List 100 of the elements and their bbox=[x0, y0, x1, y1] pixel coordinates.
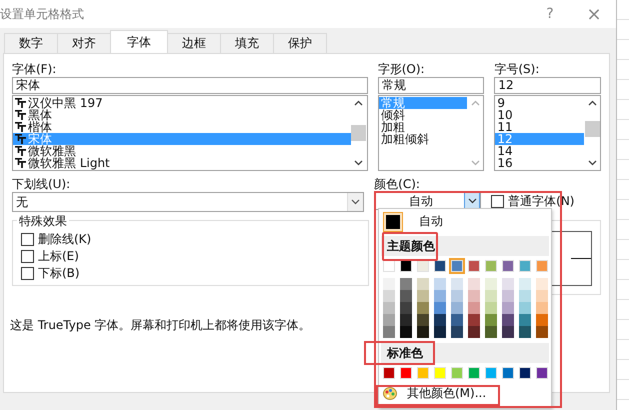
color-swatch[interactable] bbox=[400, 314, 412, 326]
color-swatch[interactable] bbox=[434, 260, 446, 272]
color-swatch[interactable] bbox=[417, 326, 429, 338]
color-swatch[interactable] bbox=[485, 278, 497, 290]
close-button[interactable]: × bbox=[572, 0, 616, 28]
tab[interactable]: 保护 bbox=[273, 33, 327, 53]
color-swatch[interactable] bbox=[519, 367, 531, 379]
color-swatch[interactable] bbox=[434, 326, 446, 338]
checkbox[interactable]: 下标(B) bbox=[21, 265, 360, 282]
checkbox[interactable]: 上标(E) bbox=[21, 248, 360, 265]
color-swatch[interactable] bbox=[400, 290, 412, 302]
color-swatch[interactable] bbox=[502, 302, 514, 314]
underline-dropdown[interactable]: 无 bbox=[12, 192, 364, 212]
color-swatch[interactable] bbox=[536, 290, 548, 302]
color-swatch[interactable] bbox=[519, 278, 531, 290]
color-swatch[interactable] bbox=[383, 314, 395, 326]
tab[interactable]: 数字 bbox=[4, 33, 58, 53]
color-swatch[interactable] bbox=[502, 314, 514, 326]
color-swatch[interactable] bbox=[417, 302, 429, 314]
color-swatch[interactable] bbox=[485, 367, 497, 379]
menu-item[interactable]: 自动 bbox=[379, 209, 551, 234]
color-swatch[interactable] bbox=[485, 314, 497, 326]
list-item[interactable]: 汉仪中黑 197 bbox=[13, 97, 351, 109]
color-swatch[interactable] bbox=[485, 290, 497, 302]
color-swatch[interactable] bbox=[451, 314, 463, 326]
color-swatch[interactable] bbox=[383, 290, 395, 302]
color-swatch[interactable] bbox=[383, 326, 395, 338]
color-swatch[interactable] bbox=[502, 290, 514, 302]
color-swatch[interactable] bbox=[485, 260, 497, 272]
color-swatch[interactable] bbox=[400, 326, 412, 338]
color-swatch[interactable] bbox=[434, 290, 446, 302]
color-swatch[interactable] bbox=[400, 278, 412, 290]
color-swatch[interactable] bbox=[502, 260, 514, 272]
menu-item[interactable]: 其他颜色(M)... bbox=[381, 386, 486, 401]
color-swatch[interactable] bbox=[519, 290, 531, 302]
list-item[interactable]: 10 bbox=[495, 109, 584, 121]
input-field[interactable]: 12 bbox=[494, 77, 601, 94]
color-swatch[interactable] bbox=[417, 260, 429, 272]
color-swatch[interactable] bbox=[468, 278, 480, 290]
color-swatch[interactable] bbox=[519, 302, 531, 314]
list-item[interactable]: 倾斜 bbox=[378, 109, 468, 121]
color-swatch[interactable] bbox=[400, 367, 412, 379]
color-swatch[interactable] bbox=[468, 367, 480, 379]
list-item[interactable]: 微软雅黑 bbox=[13, 145, 351, 157]
list-item[interactable]: 楷体 bbox=[13, 121, 351, 133]
color-swatch[interactable] bbox=[451, 290, 463, 302]
list-item[interactable]: 11 bbox=[495, 121, 584, 133]
list-item[interactable]: 微软雅黑 Light bbox=[13, 157, 351, 169]
color-swatch[interactable] bbox=[417, 314, 429, 326]
scroll-thumb[interactable] bbox=[584, 121, 600, 137]
chevron-down-icon bbox=[468, 198, 477, 204]
help-button[interactable]: ? bbox=[528, 0, 572, 28]
color-swatch[interactable] bbox=[468, 302, 480, 314]
color-swatch[interactable] bbox=[519, 314, 531, 326]
color-swatch[interactable] bbox=[383, 367, 395, 379]
color-swatch[interactable] bbox=[536, 314, 548, 326]
color-swatch[interactable] bbox=[502, 367, 514, 379]
color-swatch[interactable] bbox=[536, 260, 548, 272]
color-swatch[interactable] bbox=[451, 302, 463, 314]
color-swatch[interactable] bbox=[468, 260, 480, 272]
color-swatch[interactable] bbox=[536, 326, 548, 338]
color-swatch[interactable] bbox=[434, 302, 446, 314]
color-swatch[interactable] bbox=[451, 367, 463, 379]
color-swatch[interactable] bbox=[485, 326, 497, 338]
color-swatch[interactable] bbox=[536, 302, 548, 314]
list-item[interactable]: 16 bbox=[495, 157, 584, 169]
color-swatch[interactable] bbox=[434, 278, 446, 290]
color-swatch[interactable] bbox=[502, 278, 514, 290]
color-swatch[interactable] bbox=[451, 326, 463, 338]
color-swatch[interactable] bbox=[536, 367, 548, 379]
list-item[interactable]: 14 bbox=[495, 145, 584, 157]
color-swatch[interactable] bbox=[502, 326, 514, 338]
color-swatch[interactable] bbox=[434, 314, 446, 326]
list-item[interactable]: 加粗 bbox=[378, 121, 468, 133]
list-item[interactable]: 9 bbox=[495, 97, 584, 109]
color-swatch[interactable] bbox=[417, 278, 429, 290]
color-swatch[interactable] bbox=[451, 278, 463, 290]
list-item[interactable]: 黑体 bbox=[13, 109, 351, 121]
color-swatch[interactable] bbox=[417, 290, 429, 302]
color-swatch[interactable] bbox=[468, 290, 480, 302]
input-field[interactable]: 宋体 bbox=[12, 77, 368, 94]
color-swatch[interactable] bbox=[383, 302, 395, 314]
color-swatch[interactable] bbox=[400, 260, 412, 272]
color-swatch[interactable] bbox=[468, 314, 480, 326]
tab[interactable]: 字体 bbox=[110, 30, 168, 53]
list-item[interactable]: 加粗倾斜 bbox=[378, 133, 468, 145]
color-swatch[interactable] bbox=[468, 326, 480, 338]
color-swatch[interactable] bbox=[434, 367, 446, 379]
color-swatch[interactable] bbox=[536, 278, 548, 290]
checkbox[interactable]: 删除线(K) bbox=[21, 231, 360, 248]
color-swatch[interactable] bbox=[383, 260, 395, 272]
color-swatch[interactable] bbox=[451, 260, 463, 272]
color-swatch[interactable] bbox=[383, 278, 395, 290]
color-swatch[interactable] bbox=[485, 302, 497, 314]
input-field[interactable]: 常规 bbox=[378, 77, 484, 94]
color-swatch[interactable] bbox=[400, 302, 412, 314]
color-swatch[interactable] bbox=[519, 326, 531, 338]
color-swatch[interactable] bbox=[519, 260, 531, 272]
color-swatch[interactable] bbox=[417, 367, 429, 379]
scroll-thumb[interactable] bbox=[351, 125, 366, 141]
